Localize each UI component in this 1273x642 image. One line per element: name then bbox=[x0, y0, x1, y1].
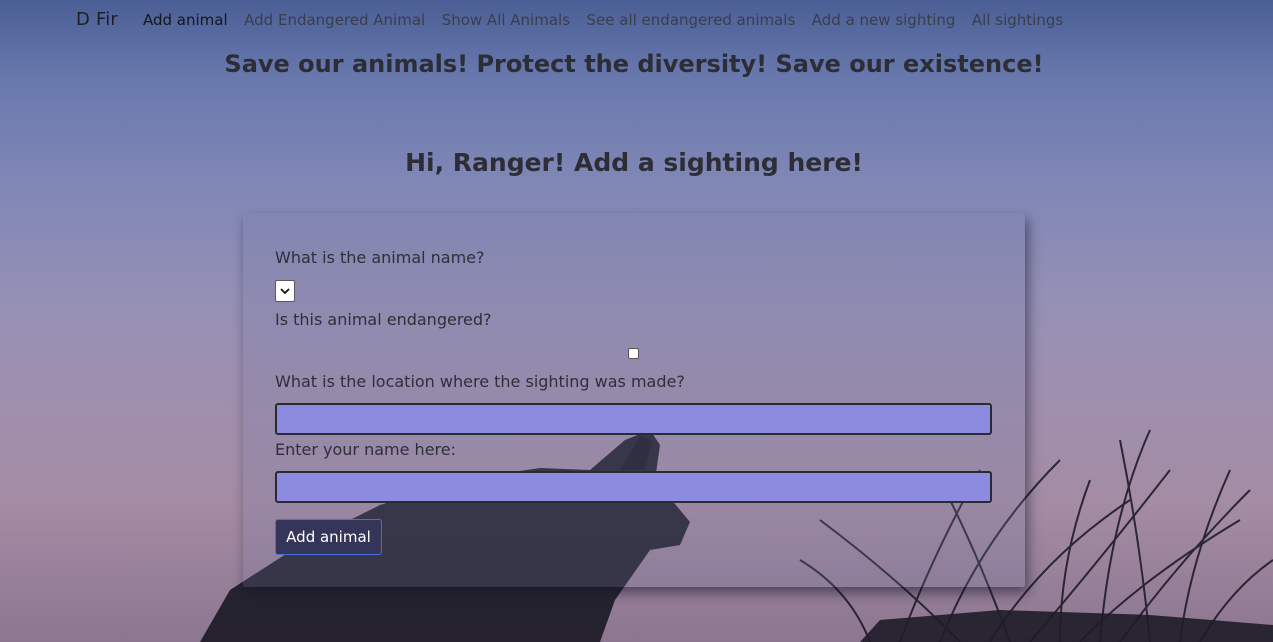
location-label: What is the location where the sighting … bbox=[275, 372, 685, 391]
chevron-down-icon bbox=[280, 287, 290, 294]
sighting-form-card: What is the animal name? Is this animal … bbox=[243, 213, 1025, 587]
nav-link-all-sightings[interactable]: All sightings bbox=[972, 11, 1063, 29]
brand-logo[interactable]: D Fir bbox=[76, 9, 118, 30]
ranger-name-input[interactable] bbox=[275, 471, 992, 503]
ranger-name-label: Enter your name here: bbox=[275, 440, 456, 459]
location-input[interactable] bbox=[275, 403, 992, 435]
nav-links: Add animal Add Endangered Animal Show Al… bbox=[143, 11, 1080, 29]
form-heading: Hi, Ranger! Add a sighting here! bbox=[405, 148, 863, 177]
add-animal-button[interactable]: Add animal bbox=[275, 519, 382, 555]
page-title: Save our animals! Protect the diversity!… bbox=[224, 50, 1044, 78]
top-navbar: D Fir Add animal Add Endangered Animal S… bbox=[0, 0, 1273, 42]
nav-link-show-all-animals[interactable]: Show All Animals bbox=[442, 11, 570, 29]
nav-link-add-new-sighting[interactable]: Add a new sighting bbox=[812, 11, 956, 29]
endangered-label: Is this animal endangered? bbox=[275, 310, 492, 329]
nav-link-add-endangered-animal[interactable]: Add Endangered Animal bbox=[244, 11, 425, 29]
animal-name-select[interactable] bbox=[275, 280, 295, 302]
animal-name-label: What is the animal name? bbox=[275, 248, 485, 267]
nav-link-add-animal[interactable]: Add animal bbox=[143, 11, 228, 29]
nav-link-see-all-endangered[interactable]: See all endangered animals bbox=[587, 11, 796, 29]
endangered-checkbox[interactable] bbox=[628, 348, 639, 359]
